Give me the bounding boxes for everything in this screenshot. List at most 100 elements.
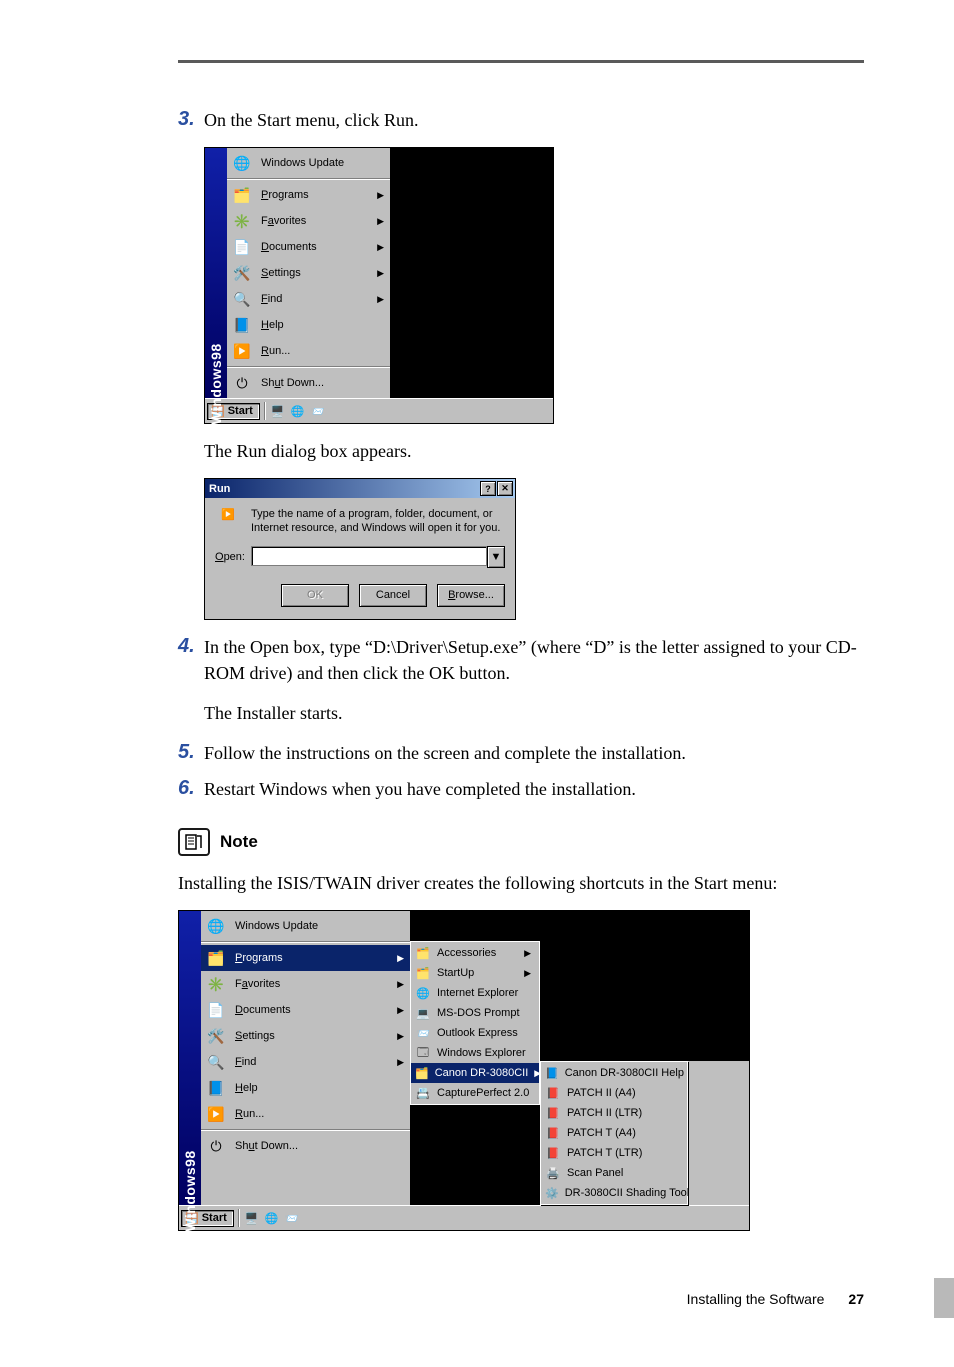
submenu-windows-explorer[interactable]: 🗔Windows Explorer <box>411 1043 539 1063</box>
submenu-startup[interactable]: 🗂️StartUp▶ <box>411 963 539 983</box>
outlook-icon[interactable]: 📨 <box>310 403 326 419</box>
run-description: Type the name of a program, folder, docu… <box>251 508 505 536</box>
folder-icon: 🗂️ <box>415 945 431 961</box>
note-label: Note <box>220 832 258 852</box>
settings-icon: 🛠️ <box>231 262 253 284</box>
step-text: Restart Windows when you have completed … <box>204 776 636 802</box>
open-input[interactable] <box>251 546 487 566</box>
menu-help[interactable]: 📘 Help <box>227 312 390 338</box>
submenu-captureperfect[interactable]: 📇CapturePerfect 2.0 <box>411 1083 539 1103</box>
help-button[interactable]: ? <box>480 481 496 496</box>
menu-documents[interactable]: 📄 Documents ▶ <box>227 234 390 260</box>
help-icon: 📘 <box>231 314 253 336</box>
note-icon <box>178 828 210 856</box>
scanpanel-icon: 🖨️ <box>545 1165 561 1181</box>
folder-icon: 🗂️ <box>415 1065 429 1081</box>
menu-find[interactable]: 🔍 Find ▶ <box>227 286 390 312</box>
desktop-icon[interactable]: 🖥️ <box>270 403 286 419</box>
step-text: Follow the instructions on the screen an… <box>204 740 686 766</box>
submenu-outlook[interactable]: 📨Outlook Express <box>411 1023 539 1043</box>
separator <box>227 366 390 368</box>
menu-settings[interactable]: 🛠️ Settings ▶ <box>227 260 390 286</box>
menu-programs[interactable]: 🗂️ Programs ▶ <box>201 945 410 971</box>
start-menu-banner: Windows98 <box>179 911 201 1205</box>
canon-help[interactable]: 📘Canon DR-3080CII Help <box>541 1063 687 1083</box>
submenu-canon[interactable]: 🗂️Canon DR-3080CII▶ <box>411 1063 539 1083</box>
menu-run[interactable]: ▶️ Run... <box>227 338 390 364</box>
pdf-icon: 📕 <box>545 1145 561 1161</box>
step-number: 5. <box>178 740 204 764</box>
run-appears-text: The Run dialog box appears. <box>204 438 864 464</box>
submenu-msdos[interactable]: 💻MS-DOS Prompt <box>411 1003 539 1023</box>
menu-shutdown[interactable]: ⏻ Shut Down... <box>227 370 390 396</box>
chevron-right-icon: ▶ <box>397 953 404 964</box>
canon-patch-t-ltr[interactable]: 📕PATCH T (LTR) <box>541 1143 687 1163</box>
explorer-icon: 🗔 <box>415 1045 431 1061</box>
menu-favorites[interactable]: ✳️Favorites▶ <box>201 971 410 997</box>
canon-patch-t-a4[interactable]: 📕PATCH T (A4) <box>541 1123 687 1143</box>
footer-section: Installing the Software <box>687 1291 825 1307</box>
run-dialog-icon: ▶️ <box>215 508 241 534</box>
chevron-right-icon: ▶ <box>377 242 384 253</box>
cancel-button[interactable]: Cancel <box>359 584 427 607</box>
outlook-icon: 📨 <box>415 1025 431 1041</box>
help-icon: 📘 <box>545 1065 559 1081</box>
programs-icon: 🗂️ <box>205 947 227 969</box>
programs-icon: 🗂️ <box>231 184 253 206</box>
shutdown-icon: ⏻ <box>205 1135 227 1157</box>
menu-find[interactable]: 🔍Find▶ <box>201 1049 410 1075</box>
canon-patch-ii-a4[interactable]: 📕PATCH II (A4) <box>541 1083 687 1103</box>
globe-icon: 🌐 <box>231 152 253 174</box>
ie-icon[interactable]: 🌐 <box>264 1210 280 1226</box>
find-icon: 🔍 <box>231 288 253 310</box>
chevron-right-icon: ▶ <box>377 216 384 227</box>
globe-icon: 🌐 <box>205 915 227 937</box>
canon-shading-tool[interactable]: ⚙️DR-3080CII Shading Tool <box>541 1183 687 1203</box>
page-footer: Installing the Software 27 <box>178 1291 864 1307</box>
step-6: 6. Restart Windows when you have complet… <box>178 776 864 802</box>
submenu-canon-items: 📘Canon DR-3080CII Help 📕PATCH II (A4) 📕P… <box>540 1061 688 1205</box>
dialog-title: Run <box>209 483 230 495</box>
canon-scan-panel[interactable]: 🖨️Scan Panel <box>541 1163 687 1183</box>
menu-windows-update[interactable]: 🌐 Windows Update <box>227 150 390 176</box>
desktop-icon[interactable]: 🖥️ <box>244 1210 260 1226</box>
menu-documents[interactable]: 📄Documents▶ <box>201 997 410 1023</box>
open-dropdown[interactable]: ▼ <box>487 546 505 568</box>
ie-icon[interactable]: 🌐 <box>290 403 306 419</box>
run-icon: ▶️ <box>231 340 253 362</box>
submenu-accessories[interactable]: 🗂️Accessories▶ <box>411 943 539 963</box>
shutdown-icon: ⏻ <box>231 372 253 394</box>
menu-programs[interactable]: 🗂️ Programs ▶ <box>227 182 390 208</box>
menu-windows-update[interactable]: 🌐 Windows Update <box>201 913 410 939</box>
pdf-icon: 📕 <box>545 1105 561 1121</box>
msdos-icon: 💻 <box>415 1005 431 1021</box>
run-icon: ▶️ <box>205 1103 227 1125</box>
open-label: Open: <box>215 551 245 563</box>
outlook-icon[interactable]: 📨 <box>284 1210 300 1226</box>
canon-patch-ii-ltr[interactable]: 📕PATCH II (LTR) <box>541 1103 687 1123</box>
menu-run[interactable]: ▶️Run... <box>201 1101 410 1127</box>
step-5: 5. Follow the instructions on the screen… <box>178 740 864 766</box>
favorites-icon: ✳️ <box>205 973 227 995</box>
submenu-ie[interactable]: 🌐Internet Explorer <box>411 983 539 1003</box>
menu-settings[interactable]: 🛠️Settings▶ <box>201 1023 410 1049</box>
chevron-right-icon: ▶ <box>377 268 384 279</box>
folder-icon: 🗂️ <box>415 965 431 981</box>
step-4: 4. In the Open box, type “D:\Driver\Setu… <box>178 634 864 686</box>
settings-icon: 🛠️ <box>205 1025 227 1047</box>
screenshot-run-dialog: Run ? ✕ ▶️ Type the name of a program, f… <box>204 478 516 620</box>
help-icon: 📘 <box>205 1077 227 1099</box>
browse-button[interactable]: Browse... <box>437 584 505 607</box>
step-number: 3. <box>178 107 204 131</box>
pdf-icon: 📕 <box>545 1085 561 1101</box>
menu-favorites[interactable]: ✳️ Favorites ▶ <box>227 208 390 234</box>
documents-icon: 📄 <box>205 999 227 1021</box>
step-number: 4. <box>178 634 204 658</box>
close-button[interactable]: ✕ <box>497 481 513 496</box>
section-rule <box>178 60 864 63</box>
menu-help[interactable]: 📘Help <box>201 1075 410 1101</box>
step-text: On the Start menu, click Run. <box>204 107 418 133</box>
menu-shutdown[interactable]: ⏻Shut Down... <box>201 1133 410 1159</box>
screenshot-start-menu-cascading: Windows98 🌐 Windows Update 🗂️ Programs ▶… <box>178 910 750 1231</box>
ok-button[interactable]: OK <box>281 584 349 607</box>
